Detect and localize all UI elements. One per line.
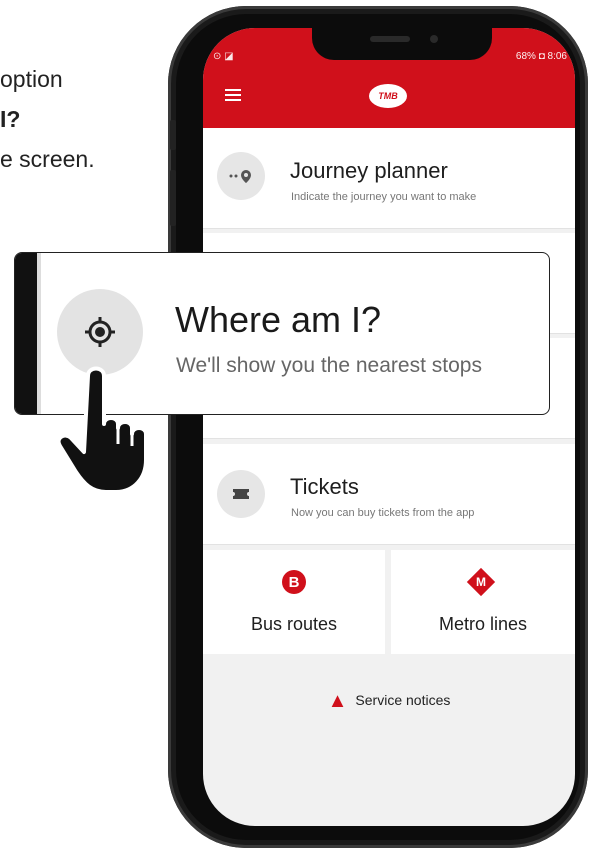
journey-planner-subtitle: Indicate the journey you want to make: [291, 191, 477, 203]
phone-screen: ⊙ ◪ 68% ◘ 8:06 TMB Journey planner Indic…: [203, 28, 575, 826]
tickets-subtitle: Now you can buy tickets from the app: [291, 507, 475, 519]
camera: [430, 35, 438, 43]
route-icon: [217, 152, 265, 200]
service-notices-link[interactable]: ▲ Service notices: [203, 690, 575, 713]
tickets-card[interactable]: Tickets Now you can buy tickets from the…: [203, 444, 575, 545]
phone-side-button: [170, 120, 176, 150]
status-bar-right: 68% ◘ 8:06: [515, 51, 567, 62]
tickets-title: Tickets: [290, 474, 359, 499]
speaker: [370, 36, 410, 42]
metro-icon: M: [466, 567, 496, 597]
menu-icon[interactable]: [225, 89, 241, 101]
bus-routes-label: Bus routes: [250, 614, 338, 634]
callout-left-bar-shadow: [37, 253, 41, 414]
instruction-line-2: I?: [0, 106, 21, 132]
phone-notch: [312, 26, 492, 60]
warning-icon: ▲: [327, 690, 348, 712]
where-am-i-title: Where am I?: [175, 299, 382, 340]
journey-planner-card[interactable]: Journey planner Indicate the journey you…: [203, 128, 575, 229]
service-notices-label: Service notices: [355, 692, 451, 709]
instruction-line-3: e screen.: [0, 146, 95, 172]
bus-routes-tile[interactable]: B Bus routes: [203, 550, 385, 654]
where-am-i-subtitle: We'll show you the nearest stops: [176, 354, 482, 377]
metro-lines-tile[interactable]: M Metro lines: [391, 550, 575, 654]
bus-icon: B: [282, 570, 306, 594]
logo-text: TMB: [378, 91, 398, 101]
callout-left-bar: [15, 253, 37, 414]
journey-planner-title: Journey planner: [290, 158, 448, 183]
phone-side-button: [170, 170, 176, 226]
tmb-logo: TMB: [369, 84, 407, 108]
metro-lines-label: Metro lines: [438, 614, 528, 634]
status-bar-left: ⊙ ◪: [213, 51, 234, 62]
instruction-line-1: option: [0, 66, 63, 92]
bus-icon-letter: B: [288, 573, 300, 591]
ticket-icon: [217, 470, 265, 518]
metro-icon-letter: M: [476, 575, 486, 589]
pointing-hand-icon: [58, 366, 148, 492]
